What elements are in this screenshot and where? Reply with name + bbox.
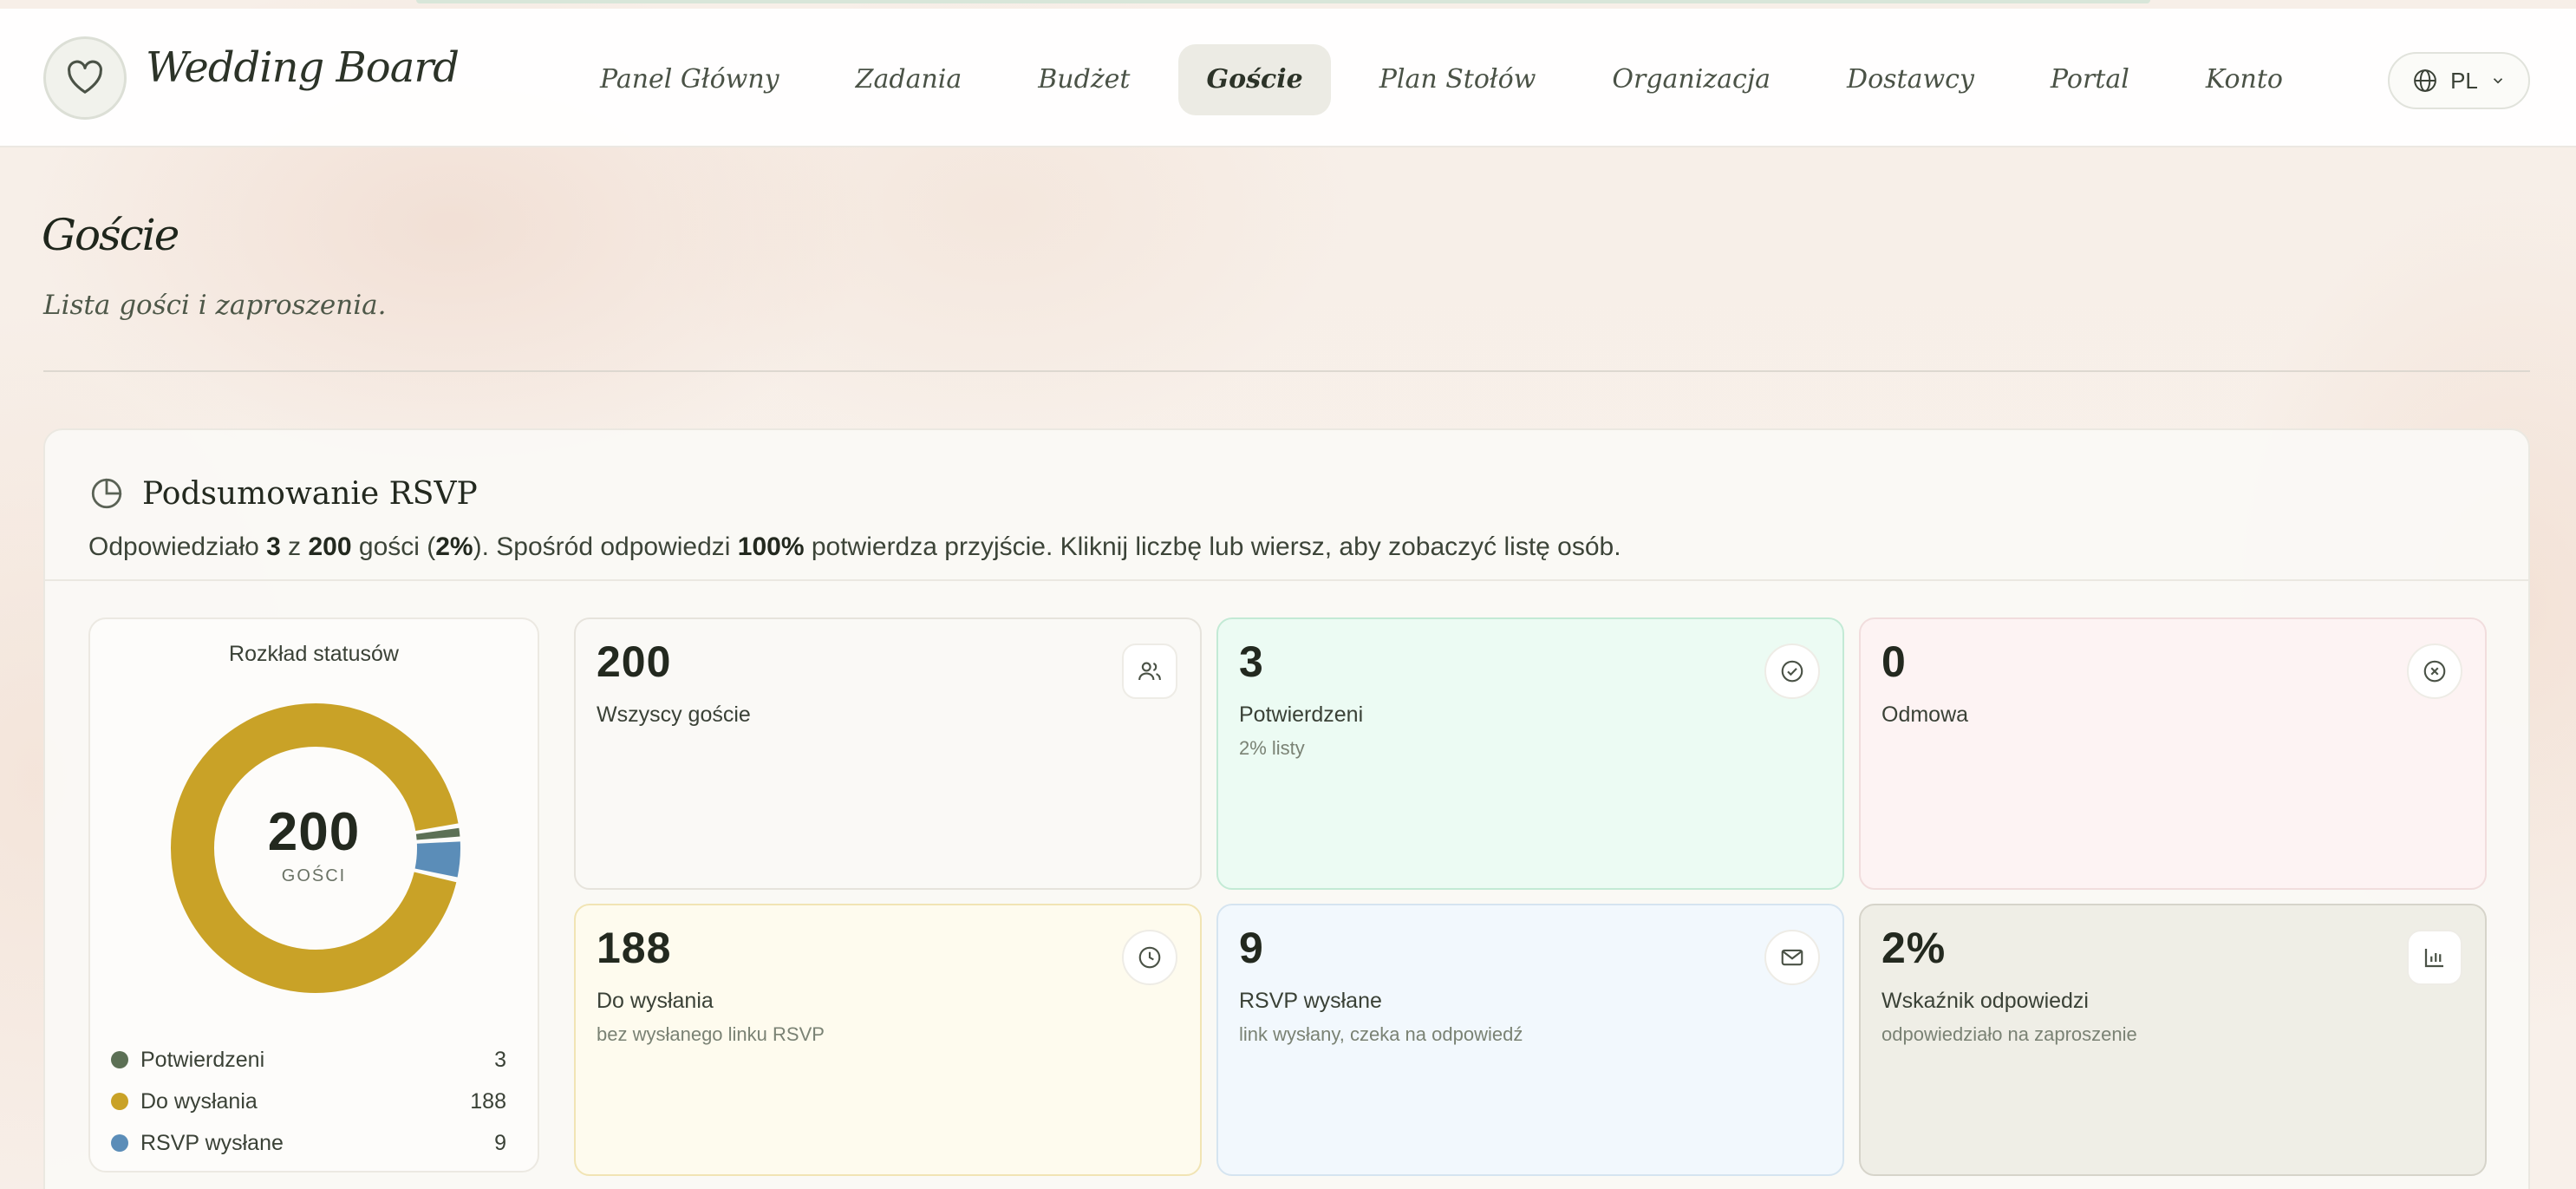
- stat-icon-wrap: [2407, 930, 2462, 985]
- rsvp-description: Odpowiedziało 3 z 200 gości (2%). Spośró…: [88, 532, 1621, 561]
- bar-chart-icon: [2424, 949, 2443, 968]
- status-distribution-panel: Rozkład statusów 200 GOŚCI Potwierdzeni …: [88, 617, 539, 1173]
- status-legend: Potwierdzeni 3 Do wysłania 188 RSVP wysł…: [111, 1039, 520, 1164]
- main-nav: Panel Główny Zadania Budżet Goście Plan …: [572, 43, 2331, 116]
- legend-value: 188: [470, 1088, 506, 1114]
- header-divider: [43, 370, 2530, 372]
- stat-card-rsvp-sent[interactable]: 9 RSVP wysłane link wysłany, czeka na od…: [1216, 904, 1844, 1176]
- rsvp-summary-card: Podsumowanie RSVP Odpowiedziało 3 z 200 …: [43, 428, 2530, 1189]
- stat-subtext: bez wysłanego linku RSVP: [597, 1023, 825, 1045]
- page-title: Goście: [42, 210, 179, 260]
- heart-icon: [68, 60, 102, 94]
- nav-item-budget[interactable]: Budżet: [1010, 44, 1158, 115]
- legend-value: 3: [494, 1047, 506, 1072]
- stat-subtext: odpowiedziało na zaproszenie: [1881, 1023, 2137, 1045]
- stat-card-confirmed[interactable]: 3 Potwierdzeni 2% listy: [1216, 617, 1844, 890]
- nav-item-guests[interactable]: Goście: [1178, 44, 1331, 115]
- top-navbar: Wedding Board Panel Główny Zadania Budże…: [0, 9, 2576, 147]
- stat-icon-wrap: [1122, 930, 1177, 985]
- stat-card-declined[interactable]: 0 Odmowa: [1859, 617, 2487, 890]
- check-circle-icon: [1781, 660, 1803, 683]
- stat-value: 188: [597, 924, 672, 972]
- legend-row-confirmed[interactable]: Potwierdzeni 3: [111, 1039, 520, 1081]
- total-count[interactable]: 200: [308, 532, 351, 561]
- legend-row-rsvp-sent[interactable]: RSVP wysłane 9: [111, 1122, 520, 1164]
- users-icon: [1138, 662, 1161, 681]
- legend-label: Do wysłania: [140, 1088, 258, 1114]
- stat-subtext: link wysłany, czeka na odpowiedź: [1239, 1023, 1523, 1045]
- stat-icon-wrap: [1764, 643, 1820, 699]
- nav-item-panel[interactable]: Panel Główny: [572, 44, 807, 115]
- stat-label: Wszyscy goście: [597, 702, 751, 727]
- stat-label: Odmowa: [1881, 702, 1969, 727]
- stat-label: Potwierdzeni: [1239, 702, 1364, 727]
- nav-item-tasks[interactable]: Zadania: [828, 44, 990, 115]
- legend-label: Potwierdzeni: [140, 1047, 265, 1072]
- rsvp-title-text: Podsumowanie RSVP: [142, 475, 478, 512]
- stat-value: 2%: [1881, 924, 1947, 972]
- page-subtitle: Lista gości i zaproszenia.: [43, 290, 387, 321]
- brand-name[interactable]: Wedding Board: [146, 43, 460, 92]
- distribution-title: Rozkład statusów: [229, 642, 399, 666]
- x-circle-icon: [2423, 660, 2446, 683]
- language-selector[interactable]: PL: [2388, 52, 2530, 109]
- nav-item-account[interactable]: Konto: [2178, 44, 2311, 115]
- card-divider: [45, 579, 2528, 581]
- nav-item-portal[interactable]: Portal: [2023, 44, 2157, 115]
- legend-row-to-send[interactable]: Do wysłania 188: [111, 1081, 520, 1122]
- donut-total-label: GOŚCI: [281, 866, 347, 885]
- language-code: PL: [2450, 67, 2478, 94]
- stat-label: Do wysłania: [597, 989, 714, 1013]
- stat-value: 3: [1239, 637, 1264, 686]
- stat-card-to-send[interactable]: 188 Do wysłania bez wysłanego linku RSVP: [574, 904, 1202, 1176]
- stat-value: 9: [1239, 924, 1264, 972]
- stat-label: Wskaźnik odpowiedzi: [1881, 989, 2089, 1013]
- stat-card-response-rate[interactable]: 2% Wskaźnik odpowiedzi odpowiedziało na …: [1859, 904, 2487, 1176]
- stat-subtext: 2% listy: [1239, 737, 1305, 759]
- stat-value: 200: [597, 637, 672, 686]
- stat-icon-wrap: [1764, 930, 1820, 985]
- rsvp-summary-title: Podsumowanie RSVP: [88, 475, 478, 512]
- nav-item-organization[interactable]: Organizacja: [1584, 44, 1798, 115]
- legend-value: 9: [494, 1130, 506, 1155]
- donut-total: 200: [267, 802, 361, 862]
- stat-icon-wrap: [2407, 643, 2462, 699]
- legend-dot: [111, 1134, 128, 1152]
- legend-label: RSVP wysłane: [140, 1130, 284, 1155]
- legend-dot: [111, 1093, 128, 1110]
- chevron-down-icon: [2493, 78, 2502, 84]
- clock-icon: [1138, 946, 1161, 969]
- stat-value: 0: [1881, 637, 1907, 686]
- pie-chart-icon: [91, 478, 122, 509]
- logo-button[interactable]: [43, 36, 127, 120]
- legend-dot: [111, 1051, 128, 1068]
- answered-count[interactable]: 3: [266, 532, 281, 561]
- top-accent-line: [416, 0, 2150, 3]
- stat-label: RSVP wysłane: [1239, 989, 1382, 1013]
- stat-icon-wrap: [1122, 643, 1177, 699]
- donut-center: 200 GOŚCI: [90, 801, 538, 886]
- globe-icon: [2414, 69, 2436, 92]
- nav-item-seating[interactable]: Plan Stołów: [1352, 44, 1564, 115]
- mail-icon: [1781, 949, 1803, 966]
- nav-item-vendors[interactable]: Dostawcy: [1819, 44, 2002, 115]
- stat-card-all-guests[interactable]: 200 Wszyscy goście: [574, 617, 1202, 890]
